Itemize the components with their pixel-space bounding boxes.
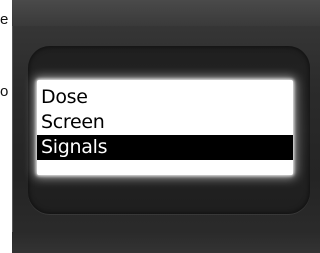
- menu-item-signals[interactable]: Signals: [37, 135, 293, 160]
- bezel-bottom-band: [12, 232, 320, 253]
- menu-list: Dose Screen Signals: [37, 80, 293, 160]
- bezel-top-band: [12, 0, 320, 26]
- menu-item-dose[interactable]: Dose: [37, 85, 293, 110]
- background-text-fragment: o: [0, 83, 9, 100]
- menu-item-screen[interactable]: Screen: [37, 110, 293, 135]
- background-text-fragment: e: [0, 11, 9, 28]
- lcd-screen: Dose Screen Signals: [37, 80, 293, 175]
- device-screenshot: e o Dose Screen Signals: [0, 0, 320, 253]
